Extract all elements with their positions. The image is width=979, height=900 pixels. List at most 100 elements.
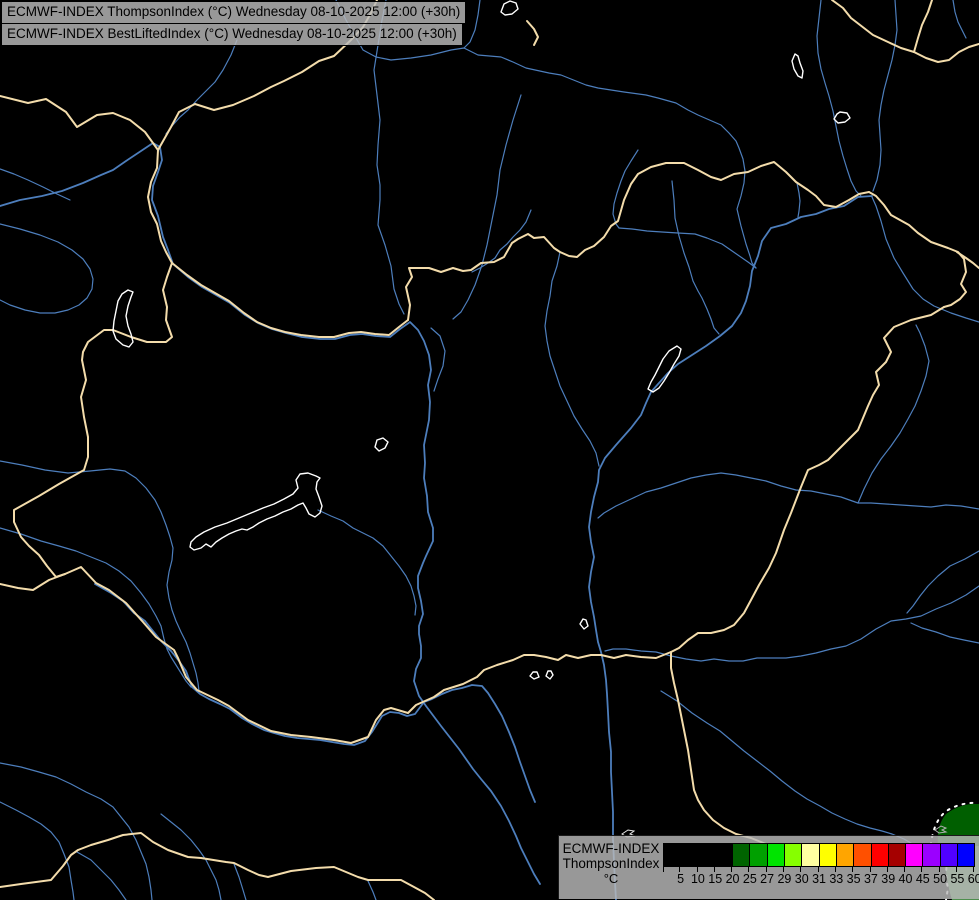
legend-swatch [818, 843, 837, 867]
border-sk-pl-1 [831, 0, 915, 53]
river-morava [165, 39, 238, 135]
lake-feher-outline [579, 618, 589, 630]
legend-swatch [714, 843, 734, 867]
legend-swatches [663, 843, 976, 867]
border-hu-ro [670, 306, 945, 653]
legend-tick-label: 30 [794, 872, 809, 886]
legend-tick-label: 31 [812, 872, 826, 886]
river-vah-branch [463, 0, 481, 49]
river-mures-fork2 [910, 622, 979, 644]
legend-tick-label: 27 [760, 872, 775, 886]
river-upper-tisza [872, 0, 898, 192]
river-bosnia-1 [0, 762, 153, 900]
legend-tick-label: 29 [777, 872, 792, 886]
legend-tick-label: 5 [677, 872, 685, 886]
river-bodrog [816, 0, 862, 197]
legend-swatch [801, 843, 820, 867]
river-hron [452, 94, 522, 320]
river-koros-branch [857, 324, 930, 504]
river-tisza [588, 195, 873, 900]
river-sio [317, 509, 417, 616]
country-borders-layer [0, 0, 979, 900]
legend-tick-label: 35 [846, 872, 861, 886]
legend-swatch [749, 843, 768, 867]
map-title-line1: ECMWF-INDEX ThompsonIndex (°C) Wednesday… [1, 1, 467, 24]
river-mura [0, 527, 192, 688]
legend-swatch [680, 843, 699, 867]
map-title-block: ECMWF-INDEX ThompsonIndex (°C) Wednesday… [1, 1, 467, 46]
river-hernad [612, 149, 639, 229]
river-eger [671, 180, 720, 335]
river-sava-trib-3 [76, 851, 127, 900]
legend-unit-label: °C [603, 871, 619, 886]
border-sk-pl-2 [913, 0, 933, 53]
legend-swatch [835, 843, 855, 867]
border-sk-fragment [526, 20, 539, 46]
border-hu-ua [868, 191, 967, 308]
border-pl-ua [913, 43, 979, 63]
legend-swatch [957, 843, 976, 867]
legend-labels: 5 10 15 20 25 27 29 30 31 33 35 37 39 40 45 50 55 60 [672, 872, 979, 886]
legend-swatch [697, 843, 716, 867]
river-danube [0, 142, 541, 885]
river-koros [597, 472, 979, 519]
river-danube-branch [430, 327, 446, 392]
legend-swatch [663, 843, 682, 867]
river-ua-corner [952, 0, 967, 39]
river-somes [871, 196, 979, 323]
border-at-hu-si [13, 262, 173, 578]
legend-swatch [905, 843, 924, 867]
legend-tick-label: 39 [881, 872, 896, 886]
legend-tick-label: 20 [725, 872, 740, 886]
border-hr-ba-sava [0, 832, 435, 900]
lake-neusiedl-outline [112, 289, 134, 348]
map-title-line2: ECMWF-INDEX BestLiftedIndex (°C) Wednesd… [1, 23, 463, 46]
legend-tick-label: 55 [950, 872, 965, 886]
border-hu-sk-east [405, 161, 870, 321]
legend-product-label: ECMWF-INDEX [562, 841, 660, 856]
border-ro-rs [670, 651, 767, 845]
lake-ua-2-outline [833, 111, 851, 124]
legend-swatch [732, 843, 751, 867]
lake-balaton-outline [189, 472, 323, 551]
legend-tick-label: 10 [690, 872, 705, 886]
river-mures [604, 585, 979, 662]
legend-titles: ECMWF-INDEX ThompsonIndex °C [559, 841, 663, 886]
lake-ua-1-outline [791, 53, 804, 79]
legend-tick-label: 37 [863, 872, 878, 886]
legend-tick-label: 40 [898, 872, 913, 886]
legend-tick-label: 45 [915, 872, 930, 886]
lake-tisza-outline [647, 345, 682, 393]
river-sava-trib-2 [367, 880, 377, 900]
river-sava-trib-1 [233, 863, 247, 900]
lake-top-outline [500, 0, 519, 16]
border-at-cz [0, 95, 159, 151]
river-drava [94, 583, 536, 803]
river-vah [373, 0, 405, 315]
river-austria-1 [0, 168, 71, 201]
border-hu-sk-danube [171, 262, 409, 338]
legend-swatch [939, 843, 959, 867]
legend-swatch [766, 843, 786, 867]
legend-tick-label: 25 [742, 872, 757, 886]
river-austria-2 [0, 223, 94, 314]
lake-ludas-outline [545, 670, 554, 680]
weather-map-page: ECMWF-INDEX ThompsonIndex (°C) Wednesday… [0, 0, 979, 900]
legend-tick-label: 33 [829, 872, 844, 886]
legend-index-label: ThompsonIndex [562, 856, 660, 871]
legend-tick-label: 60 [967, 872, 979, 886]
color-scale-legend: ECMWF-INDEX ThompsonIndex °C 5 10 15 20 25 27… [558, 835, 979, 899]
legend-swatch [887, 843, 907, 867]
border-ua-ro [956, 251, 979, 269]
river-mures-fork1 [906, 550, 979, 614]
lake-palic-outline [529, 671, 540, 680]
legend-swatch [870, 843, 889, 867]
legend-swatch [922, 843, 941, 867]
legend-swatch [853, 843, 872, 867]
legend-tick-label: 15 [708, 872, 723, 886]
legend-tick-label: 50 [933, 872, 948, 886]
river-small-ua [796, 182, 801, 218]
lakes-layer [112, 0, 851, 680]
river-raab [0, 460, 200, 692]
lake-velence-outline [374, 437, 389, 452]
